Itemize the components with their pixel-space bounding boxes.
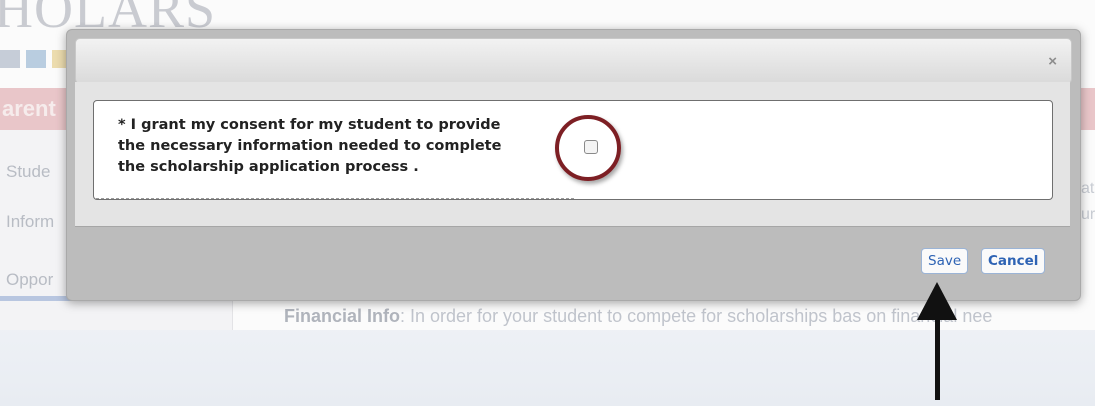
swatch: [0, 50, 20, 68]
close-icon[interactable]: ×: [1048, 53, 1057, 70]
arrow-shaft: [935, 318, 940, 400]
financial-info-text: Financial Info: In order for your studen…: [284, 306, 992, 327]
modal-header: ×: [75, 38, 1072, 84]
cancel-button[interactable]: Cancel: [981, 248, 1046, 274]
section-header-title: arent: [2, 96, 56, 121]
consent-text: * I grant my consent for my student to p…: [118, 115, 558, 178]
arrow-head-icon: [917, 282, 957, 320]
background-text-fragment: at: [1081, 180, 1095, 197]
consent-line: the scholarship application process .: [118, 159, 419, 175]
swatch: [26, 50, 46, 68]
consent-line: * I grant my consent for my student to p…: [118, 117, 501, 133]
sidebar-item-opportunities[interactable]: Oppor: [6, 270, 53, 290]
consent-divider: [96, 198, 574, 199]
financial-info-label: Financial Info: [284, 306, 401, 326]
checkbox-highlight-circle: [555, 115, 621, 181]
consent-line: the necessary information needed to comp…: [118, 138, 502, 154]
sidebar-item-information[interactable]: Inform: [6, 212, 54, 232]
save-button[interactable]: Save: [921, 248, 969, 274]
financial-info-description: : In order for your student to compete f…: [400, 306, 993, 326]
sidebar-item-student[interactable]: Stude: [6, 162, 50, 182]
background-text-fragment: ur: [1081, 206, 1095, 223]
